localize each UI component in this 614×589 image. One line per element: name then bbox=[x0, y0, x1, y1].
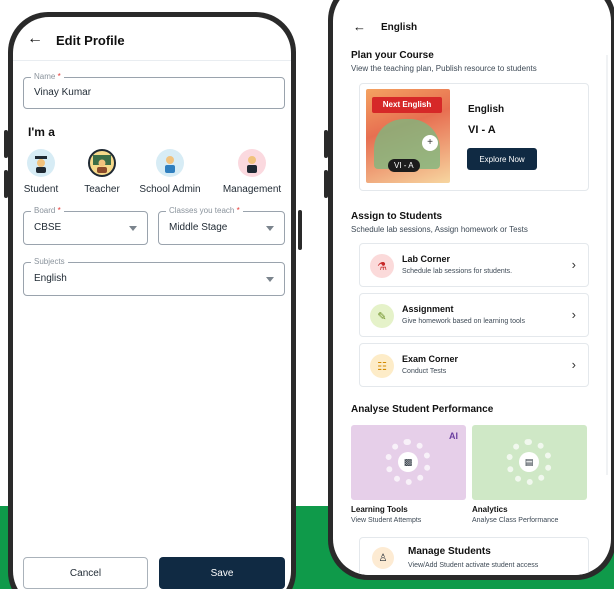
manage-students-icon: ♙ bbox=[372, 547, 394, 569]
name-field-label: Name * bbox=[31, 72, 64, 82]
explore-now-button[interactable]: Explore Now bbox=[467, 148, 537, 170]
classes-select[interactable]: Classes you teach * Middle Stage bbox=[158, 206, 285, 245]
chevron-down-icon bbox=[266, 277, 274, 282]
name-field-value: Vinay Kumar bbox=[34, 87, 92, 98]
list-item-subtitle: Schedule lab sessions for students. bbox=[402, 268, 513, 275]
course-name: English bbox=[468, 104, 505, 115]
analyse-heading: Analyse Student Performance bbox=[351, 404, 494, 415]
subjects-select-value: English bbox=[34, 273, 67, 284]
chevron-right-icon: › bbox=[571, 357, 576, 372]
book-title: Next English bbox=[372, 97, 442, 113]
cancel-button[interactable]: Cancel bbox=[23, 557, 148, 589]
role-label: Teacher bbox=[84, 184, 120, 195]
analytics-icon: ▤ bbox=[519, 452, 539, 472]
list-item-title: Lab Corner bbox=[402, 254, 451, 264]
chevron-down-icon bbox=[266, 226, 274, 231]
subjects-select[interactable]: Subjects English bbox=[23, 257, 285, 296]
course-screen: ← English Plan your Course View the teac… bbox=[333, 0, 611, 575]
learning-tools-icon: ▩ bbox=[398, 452, 418, 472]
scrollbar[interactable] bbox=[606, 55, 608, 475]
manage-students-subtitle: View/Add Student activate student access bbox=[408, 562, 539, 569]
tile-subtitle: View Student Attempts bbox=[351, 517, 422, 524]
chevron-right-icon: › bbox=[571, 257, 576, 272]
phone-frame-right: ← English Plan your Course View the teac… bbox=[328, 0, 614, 580]
classes-select-value: Middle Stage bbox=[169, 222, 228, 233]
classes-select-label: Classes you teach * bbox=[166, 206, 243, 216]
learning-tools-tile[interactable]: ▩ AI bbox=[351, 425, 466, 500]
subjects-select-label: Subjects bbox=[31, 257, 68, 267]
back-arrow-icon[interactable]: ← bbox=[27, 31, 43, 47]
analytics-tile[interactable]: ▤ bbox=[472, 425, 587, 500]
role-option-student[interactable]: Student bbox=[19, 149, 63, 195]
ai-badge: AI bbox=[449, 431, 458, 441]
role-label: Student bbox=[23, 184, 59, 195]
phone-frame-left: ← Edit Profile Name * Vinay Kumar I'm a … bbox=[8, 12, 296, 589]
assign-section-subtitle: Schedule lab sessions, Assign homework o… bbox=[351, 225, 528, 234]
board-select-label: Board * bbox=[31, 206, 64, 216]
edit-profile-screen: ← Edit Profile Name * Vinay Kumar I'm a … bbox=[13, 17, 291, 589]
save-button[interactable]: Save bbox=[159, 557, 285, 589]
board-select-value: CBSE bbox=[34, 222, 62, 233]
plan-section-subtitle: View the teaching plan, Publish resource… bbox=[351, 64, 537, 73]
list-item-assignment[interactable]: ✎ Assignment Give homework based on lear… bbox=[359, 293, 589, 337]
course-grade: VI - A bbox=[468, 124, 496, 136]
role-label: Management bbox=[222, 184, 282, 195]
tile-title: Learning Tools bbox=[351, 505, 408, 514]
exam-corner-icon: ☷ bbox=[370, 354, 394, 378]
chevron-down-icon bbox=[129, 226, 137, 231]
tile-title: Analytics bbox=[472, 505, 508, 514]
class-badge: VI - A bbox=[388, 159, 420, 172]
assign-section-title: Assign to Students bbox=[351, 211, 443, 222]
back-arrow-icon[interactable]: ← bbox=[353, 19, 366, 34]
role-label: School Admin bbox=[139, 184, 201, 195]
board-select[interactable]: Board * CBSE bbox=[23, 206, 148, 245]
list-item-title: Assignment bbox=[402, 304, 454, 314]
list-item-subtitle: Give homework based on learning tools bbox=[402, 318, 525, 325]
page-title: English bbox=[381, 22, 418, 33]
chevron-right-icon: › bbox=[571, 307, 576, 322]
name-field[interactable]: Name * Vinay Kumar bbox=[23, 72, 285, 109]
role-section-title: I'm a bbox=[28, 125, 55, 139]
assignment-icon: ✎ bbox=[370, 304, 394, 328]
school-admin-icon bbox=[156, 149, 184, 177]
course-card[interactable]: Next English + VI - A English VI - A Exp… bbox=[359, 83, 589, 191]
edit-profile-header: ← Edit Profile bbox=[13, 17, 291, 61]
management-icon bbox=[238, 149, 266, 177]
page-title: Edit Profile bbox=[56, 33, 125, 48]
list-item-exam-corner[interactable]: ☷ Exam Corner Conduct Tests › bbox=[359, 343, 589, 387]
role-option-school-admin[interactable]: School Admin bbox=[137, 149, 203, 195]
manage-students-title: Manage Students bbox=[408, 546, 491, 557]
tile-subtitle: Analyse Class Performance bbox=[472, 517, 559, 524]
plus-icon: + bbox=[422, 135, 438, 151]
lab-corner-icon: ⚗ bbox=[370, 254, 394, 278]
plan-section-title: Plan your Course bbox=[351, 50, 434, 61]
phone-side-button bbox=[298, 210, 302, 250]
list-item-title: Exam Corner bbox=[402, 354, 459, 364]
student-icon bbox=[27, 149, 55, 177]
list-item-lab-corner[interactable]: ⚗ Lab Corner Schedule lab sessions for s… bbox=[359, 243, 589, 287]
teacher-icon bbox=[88, 149, 116, 177]
role-option-management[interactable]: Management bbox=[219, 149, 285, 195]
manage-students-card[interactable]: ♙ Manage Students View/Add Student activ… bbox=[359, 537, 589, 575]
list-item-subtitle: Conduct Tests bbox=[402, 368, 447, 375]
role-option-teacher[interactable]: Teacher bbox=[77, 149, 127, 195]
